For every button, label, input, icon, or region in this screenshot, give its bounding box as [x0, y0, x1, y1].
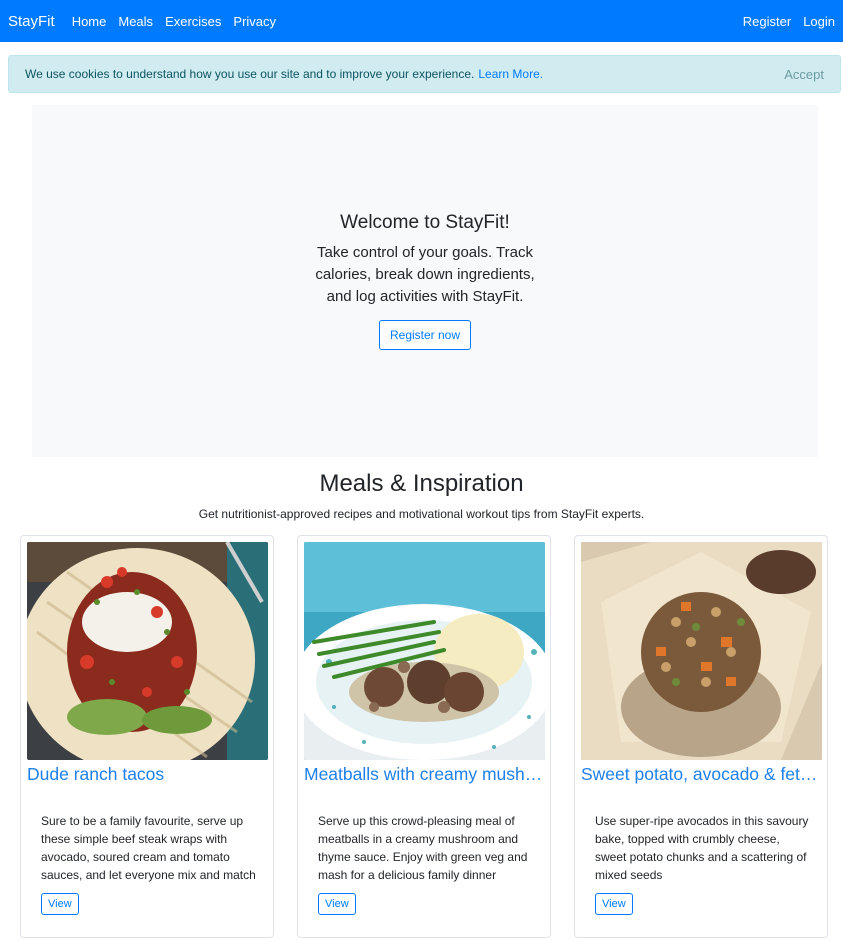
nav-exercises[interactable]: Exercises	[165, 14, 221, 29]
nav-home[interactable]: Home	[72, 14, 107, 29]
nav-login[interactable]: Login	[803, 14, 835, 29]
register-now-button[interactable]: Register now	[378, 320, 472, 350]
hero-section: Welcome to StayFit! Take control of your…	[32, 105, 818, 457]
card-description: Serve up this crowd-pleasing meal of mea…	[318, 814, 528, 882]
card-description: Sure to be a family favourite, serve up …	[41, 814, 256, 882]
card-description: Use super-ripe avocados in this savoury …	[595, 814, 809, 882]
muffin-image[interactable]	[581, 542, 822, 760]
accept-cookies-button[interactable]: Accept	[784, 67, 824, 82]
cookie-banner: We use cookies to understand how you use…	[8, 55, 841, 93]
hero-title: Welcome to StayFit!	[340, 212, 510, 233]
view-button[interactable]: View	[595, 893, 633, 915]
meal-card: Meatballs with creamy mushroom sauce Ser…	[297, 535, 551, 938]
section-title: Meals & Inspiration	[319, 470, 524, 497]
nav-meals[interactable]: Meals	[118, 14, 153, 29]
card-title[interactable]: Sweet potato, avocado & feta muffins	[581, 764, 822, 785]
nav-privacy[interactable]: Privacy	[233, 14, 276, 29]
section-subtitle: Get nutritionist-approved recipes and mo…	[198, 507, 645, 521]
meal-card: Dude ranch tacos Sure to be a family fav…	[20, 535, 274, 938]
hero-text: Take control of your goals. Track calori…	[315, 244, 535, 305]
nav-auth-links: Register Login	[743, 14, 835, 29]
meal-card: Sweet potato, avocado & feta muffins Use…	[574, 535, 828, 938]
nav-register[interactable]: Register	[743, 14, 791, 29]
taco-image[interactable]	[27, 542, 268, 760]
view-button[interactable]: View	[41, 893, 79, 915]
meatballs-image[interactable]	[304, 542, 545, 760]
card-title[interactable]: Meatballs with creamy mushroom sauce	[304, 764, 545, 785]
brand-logo[interactable]: StayFit	[8, 13, 55, 30]
learn-more-link[interactable]: Learn More.	[478, 67, 543, 81]
nav-links: Home Meals Exercises Privacy	[72, 14, 276, 29]
card-title[interactable]: Dude ranch tacos	[27, 764, 268, 785]
navbar: StayFit Home Meals Exercises Privacy Reg…	[0, 0, 843, 42]
cookie-text: We use cookies to understand how you use…	[25, 67, 475, 81]
view-button[interactable]: View	[318, 893, 356, 915]
